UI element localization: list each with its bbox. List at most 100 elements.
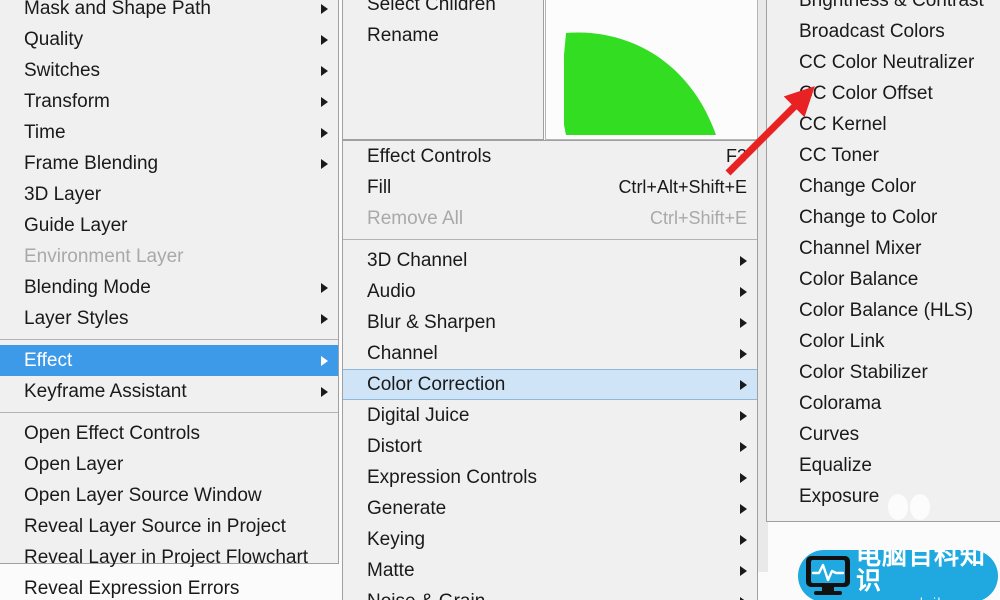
menu-item-color-correction[interactable]: Color Correction	[343, 369, 757, 400]
menu-item-label: Matte	[367, 559, 415, 581]
menu-item-label: Layer Styles	[24, 307, 129, 329]
menu-item-select-children[interactable]: Select Children	[343, 0, 543, 20]
color-correction-submenu[interactable]: Brightness & Contrast Broadcast Colors CC …	[766, 0, 1000, 522]
menu-item-generate[interactable]: Generate	[343, 493, 757, 524]
menu-item-reveal-layer-source-in-project[interactable]: Reveal Layer Source in Project	[0, 511, 338, 542]
menu-item-change-color[interactable]: Change Color	[767, 171, 1000, 202]
menu-item-broadcast-colors[interactable]: Broadcast Colors	[767, 16, 1000, 47]
submenu-arrow-icon	[740, 317, 747, 328]
menu-item-color-link[interactable]: Color Link	[767, 326, 1000, 357]
menu-item-label: Channel Mixer	[799, 237, 922, 259]
menu-item-layer-styles[interactable]: Layer Styles	[0, 303, 338, 334]
menu-item-label: Broadcast Colors	[799, 20, 945, 42]
menu-item-label: Fill	[367, 176, 392, 198]
menu-item-label: Keyframe Assistant	[24, 380, 187, 402]
menu-item-transform[interactable]: Transform	[0, 86, 338, 117]
submenu-arrow-icon	[740, 286, 747, 297]
menu-item-digital-juice[interactable]: Digital Juice	[343, 400, 757, 431]
menu-item-quality[interactable]: Quality	[0, 24, 338, 55]
submenu-arrow-icon	[740, 410, 747, 421]
menu-item-channel[interactable]: Channel	[343, 338, 757, 369]
screenshot-root: Mask and Shape Path Quality Switches Transf…	[0, 0, 1000, 600]
menu-item-label: Color Balance (HLS)	[799, 299, 974, 321]
submenu-arrow-icon	[321, 158, 328, 169]
layer-context-menu[interactable]: Mask and Shape Path Quality Switches Transf…	[0, 0, 339, 599]
menu-item-label: Open Layer	[24, 453, 124, 475]
menu-item-label: Mask and Shape Path	[24, 0, 211, 19]
effect-submenu[interactable]: Effect Controls F3 Fill Ctrl+Alt+Shift+E Rem…	[342, 140, 758, 600]
menu-item-cc-color-neutralizer[interactable]: CC Color Neutralizer	[767, 47, 1000, 78]
submenu-arrow-icon	[740, 441, 747, 452]
menu-item-label: Reveal Expression Errors	[24, 577, 240, 599]
menu-item-curves[interactable]: Curves	[767, 419, 1000, 450]
submenu-arrow-icon	[321, 127, 328, 138]
menu-item-colorama[interactable]: Colorama	[767, 388, 1000, 419]
menu-item-time[interactable]: Time	[0, 117, 338, 148]
ghost-overlay-a	[888, 494, 908, 520]
select-children-menu-fragment[interactable]: Select Children Rename	[342, 0, 544, 140]
menu-item-label: Change to Color	[799, 206, 938, 228]
menu-item-noise-and-grain[interactable]: Noise & Grain	[343, 586, 757, 600]
menu-item-label: Reveal Layer in Project Flowchart	[24, 546, 309, 568]
menu-item-label: Time	[24, 121, 66, 143]
menu-item-blur-and-sharpen[interactable]: Blur & Sharpen	[343, 307, 757, 338]
menu-item-color-balance[interactable]: Color Balance	[767, 264, 1000, 295]
menu-item-cc-toner[interactable]: CC Toner	[767, 140, 1000, 171]
menu-item-label: Environment Layer	[24, 245, 184, 267]
menu-item-label: Frame Blending	[24, 152, 159, 174]
menu-item-channel-mixer[interactable]: Channel Mixer	[767, 233, 1000, 264]
submenu-arrow-icon	[740, 503, 747, 514]
watermark-url: www.pc-daily.com	[856, 596, 992, 600]
menu-item-brightness-and-contrast[interactable]: Brightness & Contrast	[767, 0, 1000, 16]
menu-item-3d-layer[interactable]: 3D Layer	[0, 179, 338, 210]
menu-item-label: CC Color Offset	[799, 82, 933, 104]
menu-item-reveal-layer-in-project-flowchart[interactable]: Reveal Layer in Project Flowchart	[0, 542, 338, 573]
menu-item-label: Switches	[24, 59, 101, 81]
menu-item-guide-layer[interactable]: Guide Layer	[0, 210, 338, 241]
menu-item-open-layer[interactable]: Open Layer	[0, 449, 338, 480]
menu-item-keyframe-assistant[interactable]: Keyframe Assistant	[0, 376, 338, 407]
menu-item-audio[interactable]: Audio	[343, 276, 757, 307]
submenu-arrow-icon	[321, 65, 328, 76]
menu-item-label: Digital Juice	[367, 404, 470, 426]
menu-separator	[0, 339, 338, 340]
submenu-arrow-icon	[740, 534, 747, 545]
menu-item-cc-color-offset[interactable]: CC Color Offset	[767, 78, 1000, 109]
menu-item-rename[interactable]: Rename	[343, 20, 543, 51]
submenu-arrow-icon	[321, 355, 328, 366]
menu-item-open-layer-source-window[interactable]: Open Layer Source Window	[0, 480, 338, 511]
menu-item-3d-channel[interactable]: 3D Channel	[343, 245, 757, 276]
menu-item-fill[interactable]: Fill Ctrl+Alt+Shift+E	[343, 172, 757, 203]
green-leaf-shape	[564, 32, 716, 135]
menu-item-label: Rename	[367, 24, 439, 46]
menu-item-label: Channel	[367, 342, 438, 364]
menu-item-label: Exposure	[799, 485, 880, 507]
menu-item-switches[interactable]: Switches	[0, 55, 338, 86]
menu-item-mask-and-shape-path[interactable]: Mask and Shape Path	[0, 0, 338, 24]
menu-item-effect-controls[interactable]: Effect Controls F3	[343, 141, 757, 172]
submenu-arrow-icon	[740, 379, 747, 390]
menu-item-expression-controls[interactable]: Expression Controls	[343, 462, 757, 493]
menu-item-exposure[interactable]: Exposure	[767, 481, 1000, 512]
menu-item-open-effect-controls[interactable]: Open Effect Controls	[0, 418, 338, 449]
menu-item-reveal-expression-errors[interactable]: Reveal Expression Errors	[0, 573, 338, 600]
menu-item-label: Select Children	[367, 0, 496, 15]
menu-item-equalize[interactable]: Equalize	[767, 450, 1000, 481]
menu-item-label: Brightness & Contrast	[799, 0, 984, 11]
menu-item-effect[interactable]: Effect	[0, 345, 338, 376]
menu-item-color-stabilizer[interactable]: Color Stabilizer	[767, 357, 1000, 388]
menu-item-label: CC Toner	[799, 144, 879, 166]
menu-item-change-to-color[interactable]: Change to Color	[767, 202, 1000, 233]
menu-item-cc-kernel[interactable]: CC Kernel	[767, 109, 1000, 140]
menu-item-label: 3D Layer	[24, 183, 102, 205]
menu-item-label: Distort	[367, 435, 422, 457]
menu-item-label: 3D Channel	[367, 249, 468, 271]
menu-item-frame-blending[interactable]: Frame Blending	[0, 148, 338, 179]
menu-item-color-balance-hls[interactable]: Color Balance (HLS)	[767, 295, 1000, 326]
menu-item-label: Open Layer Source Window	[24, 484, 262, 506]
submenu-arrow-icon	[740, 596, 747, 600]
menu-item-matte[interactable]: Matte	[343, 555, 757, 586]
menu-item-blending-mode[interactable]: Blending Mode	[0, 272, 338, 303]
menu-item-keying[interactable]: Keying	[343, 524, 757, 555]
menu-item-distort[interactable]: Distort	[343, 431, 757, 462]
